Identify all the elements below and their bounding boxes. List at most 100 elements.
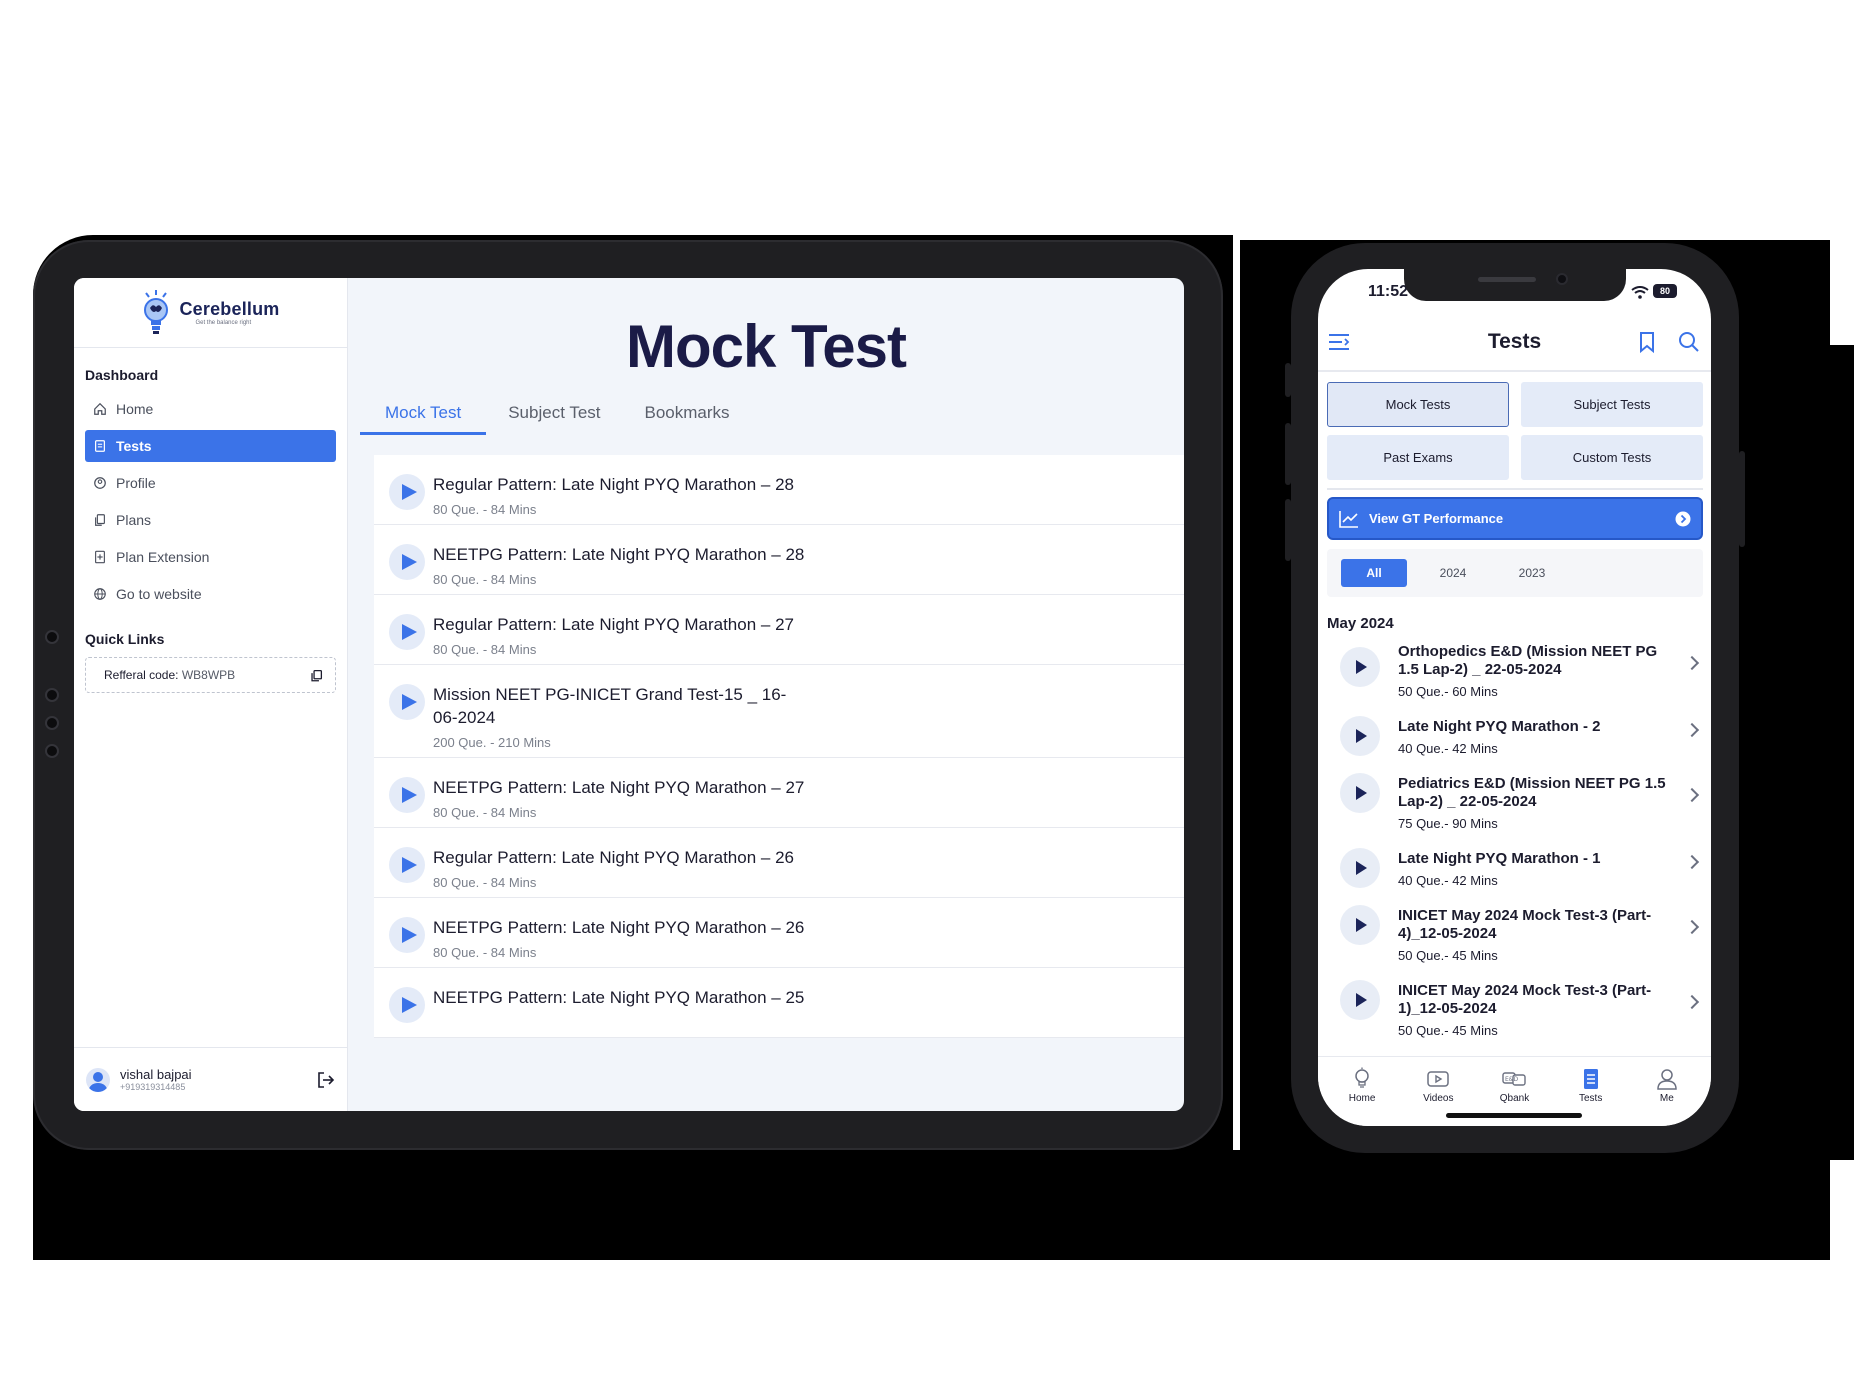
list-item[interactable]: Late Night PYQ Marathon - 2 40 Que.- 42 … [1318, 716, 1711, 775]
year-filter-all[interactable]: All [1341, 559, 1407, 587]
list-item[interactable]: INICET May 2024 Mock Test-3 (Part-1)_12-… [1318, 980, 1711, 1057]
play-icon[interactable] [1340, 716, 1380, 756]
play-icon[interactable] [389, 684, 425, 720]
play-icon[interactable] [389, 917, 425, 953]
file-plus-icon [95, 550, 105, 564]
test-title: Late Night PYQ Marathon - 1 [1398, 850, 1601, 867]
main-content: Mock Test Mock Test Subject Test Bookmar… [348, 278, 1184, 1111]
list-item[interactable]: Orthopedics E&D (Mission NEET PG 1.5 Lap… [1318, 643, 1711, 718]
copy-icon[interactable] [310, 669, 323, 682]
user-bar: vishal bajpai +919319314485 [74, 1047, 347, 1111]
sidebar-item-label: Home [116, 401, 154, 417]
list-item[interactable]: Late Night PYQ Marathon - 1 40 Que.- 42 … [1318, 848, 1711, 907]
video-icon [1427, 1071, 1450, 1087]
custom-tests-button[interactable]: Custom Tests [1521, 435, 1703, 480]
list-item[interactable]: NEETPG Pattern: Late Night PYQ Marathon … [374, 758, 1184, 828]
list-item[interactable]: Regular Pattern: Late Night PYQ Marathon… [374, 455, 1184, 525]
sidebar-item-home[interactable]: Home [85, 393, 336, 425]
phone-device: 11:52 80 Tests Mock Tests Subject Tests … [1285, 243, 1745, 1153]
list-item[interactable]: Mission NEET PG-INICET Grand Test-15 _ 1… [374, 665, 1184, 758]
phone-side-button [1739, 451, 1745, 547]
dashboard-heading: Dashboard [85, 367, 159, 383]
chevron-right-icon [1684, 919, 1700, 935]
right-cutout [1830, 240, 1854, 345]
nav-label: Home [1348, 1093, 1376, 1104]
play-icon[interactable] [1340, 848, 1380, 888]
sidebar-item-label: Profile [116, 475, 156, 491]
play-icon[interactable] [1340, 773, 1380, 813]
bookmark-icon[interactable] [1635, 330, 1659, 354]
chevron-right-circle-icon [1675, 511, 1691, 526]
mock-tests-button[interactable]: Mock Tests [1327, 382, 1509, 427]
phone-test-list: Orthopedics E&D (Mission NEET PG 1.5 Lap… [1318, 643, 1711, 1057]
tablet-screen: Cerebellum Get the balance right Dashboa… [74, 278, 1184, 1111]
play-icon[interactable] [1340, 647, 1380, 687]
sidebar-item-go-to-website[interactable]: Go to website [85, 578, 336, 610]
list-item[interactable]: Regular Pattern: Late Night PYQ Marathon… [374, 595, 1184, 665]
logout-icon[interactable] [317, 1071, 335, 1089]
app-header: Tests [1318, 314, 1711, 372]
year-filter-2023[interactable]: 2023 [1501, 559, 1563, 587]
play-icon[interactable] [389, 987, 425, 1023]
search-icon[interactable] [1677, 330, 1701, 354]
home-indicator[interactable] [1446, 1113, 1582, 1118]
sidebar-item-tests[interactable]: Tests [85, 430, 336, 462]
brand-name: Cerebellum [179, 299, 280, 319]
test-title: Late Night PYQ Marathon - 2 [1398, 718, 1601, 735]
tab-bookmarks[interactable]: Bookmarks [623, 395, 752, 435]
list-item[interactable]: INICET May 2024 Mock Test-3 (Part-4)_12-… [1318, 905, 1711, 982]
list-item[interactable]: NEETPG Pattern: Late Night PYQ Marathon … [374, 968, 1184, 1038]
user-phone: +919319314485 [120, 1082, 186, 1092]
month-heading: May 2024 [1327, 615, 1394, 632]
referral-code-box[interactable]: Refferal code: WB8WPB [85, 657, 336, 693]
tablet-sensor [45, 716, 59, 730]
sidebar-item-plan-extension[interactable]: Plan Extension [85, 541, 336, 573]
front-camera [1556, 273, 1568, 285]
view-gt-performance-button[interactable]: View GT Performance [1327, 497, 1703, 540]
past-exams-button[interactable]: Past Exams [1327, 435, 1509, 480]
play-icon[interactable] [1340, 905, 1380, 945]
play-icon[interactable] [389, 544, 425, 580]
sidebar-item-label: Plans [116, 512, 152, 528]
list-item[interactable]: NEETPG Pattern: Late Night PYQ Marathon … [374, 898, 1184, 968]
list-item[interactable]: Pediatrics E&D (Mission NEET PG 1.5 Lap-… [1318, 773, 1711, 850]
sidebar-item-profile[interactable]: Profile [85, 467, 336, 499]
list-item[interactable]: Regular Pattern: Late Night PYQ Marathon… [374, 828, 1184, 898]
user-name: vishal bajpai [120, 1067, 192, 1082]
phone-side-button [1285, 499, 1291, 561]
test-meta: 200 Que. - 210 Mins [433, 735, 551, 750]
nav-me[interactable]: Me [1637, 1067, 1697, 1126]
referral-label: Refferal code: [104, 668, 179, 682]
subject-tests-button[interactable]: Subject Tests [1521, 382, 1703, 427]
gt-button-label: View GT Performance [1369, 511, 1504, 526]
qbank-icon: E&D [1502, 1072, 1527, 1086]
phone-notch [1404, 269, 1626, 301]
bulb-icon [1355, 1067, 1369, 1088]
test-meta: 80 Que. - 84 Mins [433, 875, 537, 890]
year-filter-2024[interactable]: 2024 [1422, 559, 1484, 587]
play-icon[interactable] [389, 474, 425, 510]
brand[interactable]: Cerebellum Get the balance right [74, 278, 347, 348]
tab-subject-test[interactable]: Subject Test [486, 395, 622, 435]
test-title: NEETPG Pattern: Late Night PYQ Marathon … [433, 545, 805, 564]
phone-side-button [1285, 363, 1291, 397]
tab-mock-test[interactable]: Mock Test [360, 395, 487, 435]
tablet-device: Cerebellum Get the balance right Dashboa… [33, 240, 1223, 1150]
avatar[interactable] [86, 1067, 110, 1092]
test-title: Regular Pattern: Late Night PYQ Marathon… [433, 475, 794, 494]
list-item[interactable]: NEETPG Pattern: Late Night PYQ Marathon … [374, 525, 1184, 595]
test-title: NEETPG Pattern: Late Night PYQ Marathon … [433, 778, 805, 797]
play-icon[interactable] [1340, 980, 1380, 1020]
nav-label: Qbank [1499, 1093, 1530, 1104]
tablet-camera [45, 630, 59, 644]
nav-home[interactable]: Home [1332, 1067, 1392, 1126]
tab-bar: Mock Test Subject Test Bookmarks [360, 395, 1184, 435]
play-icon[interactable] [389, 777, 425, 813]
speaker-grille [1478, 277, 1536, 282]
sidebar-item-plans[interactable]: Plans [85, 504, 336, 536]
test-title: NEETPG Pattern: Late Night PYQ Marathon … [433, 988, 805, 1007]
nav-label: Tests [1578, 1093, 1603, 1104]
play-icon[interactable] [389, 847, 425, 883]
play-icon[interactable] [389, 614, 425, 650]
chevron-right-icon [1684, 994, 1700, 1010]
